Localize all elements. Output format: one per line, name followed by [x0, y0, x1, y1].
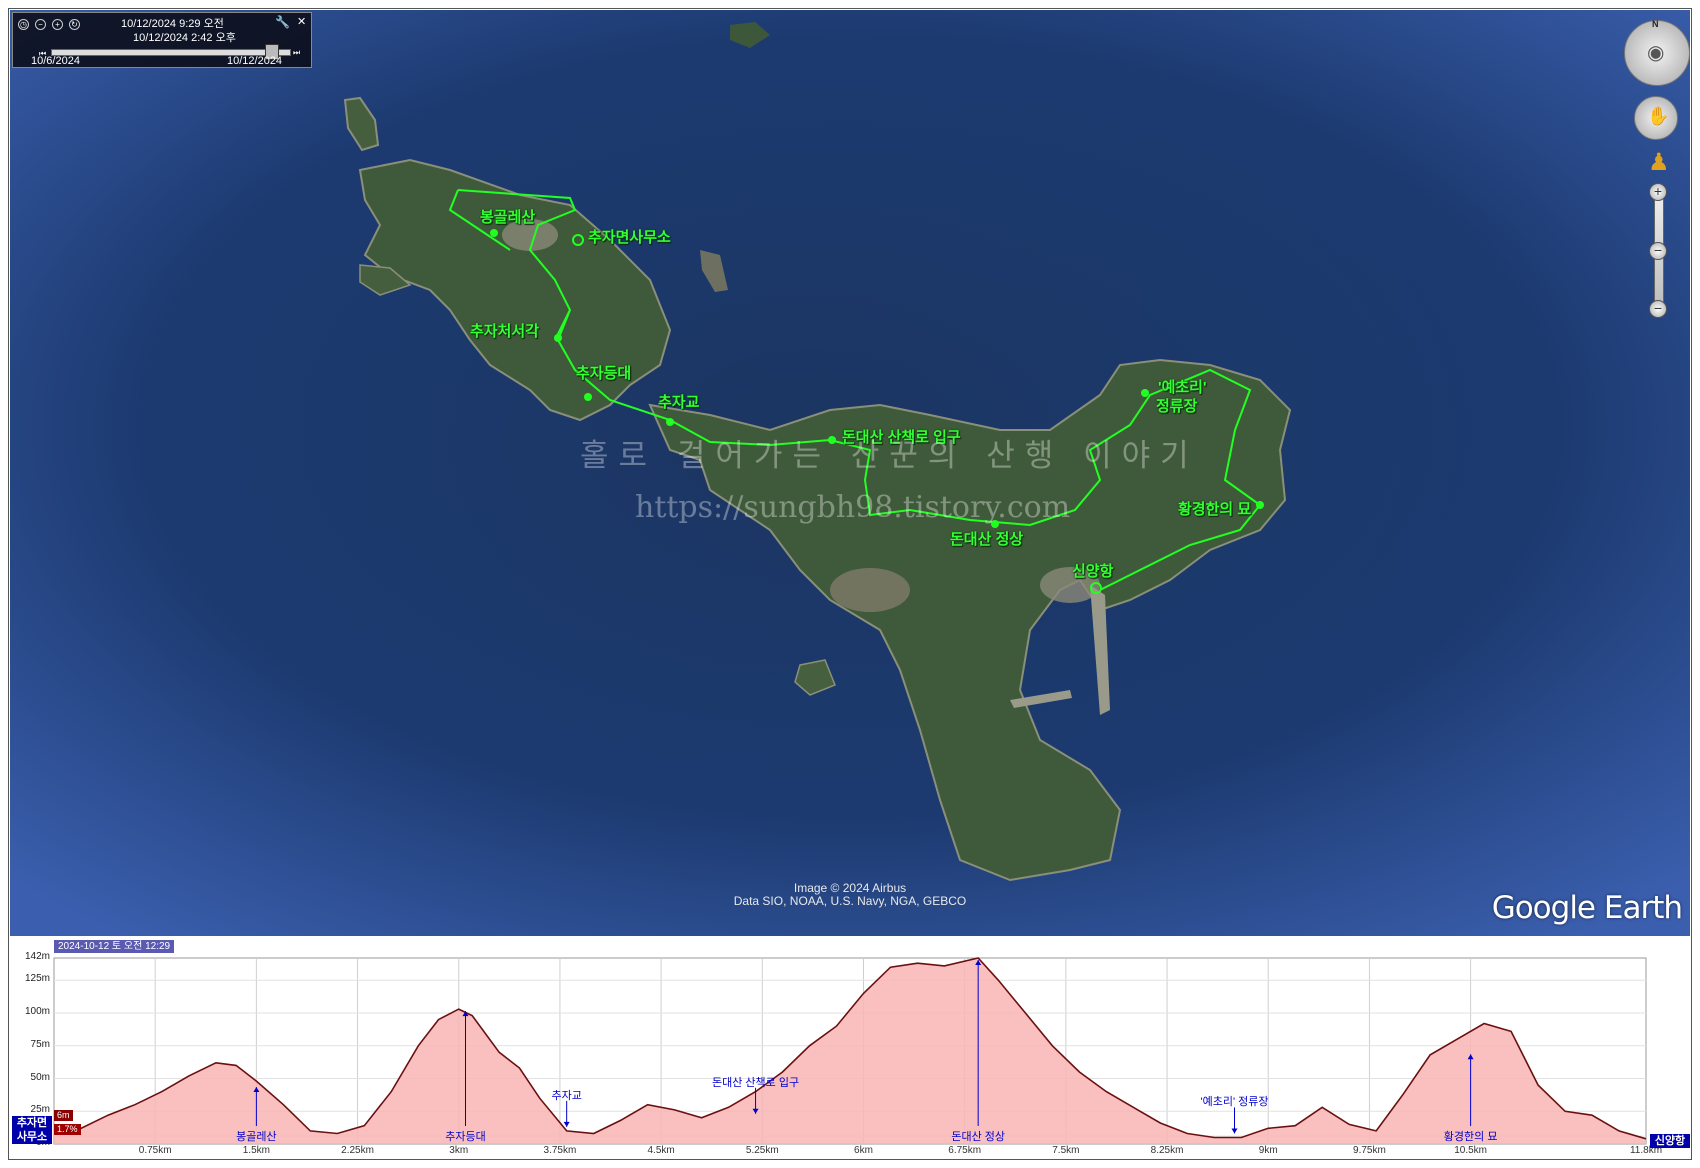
x-tick-label: 6.75km	[948, 1145, 982, 1156]
x-tick-label: 3km	[449, 1145, 469, 1156]
label-peak[interactable]: 돈대산 정상	[950, 528, 1023, 549]
y-tick-label: 50m	[30, 1071, 50, 1083]
min-elevation-tag: 6m	[54, 1110, 73, 1121]
grade-tag: 1.7%	[54, 1124, 81, 1135]
time-current-end: 10/12/2024 2:42 오후	[133, 32, 236, 44]
x-tick-label: 10.5km	[1454, 1145, 1487, 1156]
y-tick-label: 100m	[24, 1006, 50, 1017]
x-tick-label: 0.75km	[138, 1145, 172, 1156]
wrench-icon[interactable]: 🔧	[275, 15, 290, 29]
x-tick-label: 6km	[854, 1145, 873, 1156]
zoom-out-button[interactable]: −	[1649, 300, 1667, 318]
satellite-map[interactable]: 봉골레산 추자면사무소 추자처서각 추자등대 추자교 돈대산 산책로 입구 '예…	[10, 10, 1690, 936]
profile-title: 2024-10-12 토 오전 12:29	[54, 940, 175, 953]
look-navigation-ring[interactable]: N ◉	[1624, 19, 1690, 86]
x-tick-label: 7.5km	[1052, 1145, 1080, 1156]
start-label: 추자면 사무소	[12, 1116, 52, 1144]
eye-icon: ◉	[1647, 42, 1665, 64]
hand-icon: ✋	[1647, 106, 1670, 126]
x-tick-label: 5.25km	[745, 1145, 779, 1156]
google-earth-logo: Google Earth	[1491, 890, 1683, 926]
zoom-in-time-icon[interactable]: +	[52, 19, 63, 30]
label-lighthouse[interactable]: 추자등대	[576, 362, 631, 383]
zoom-in-button[interactable]: +	[1649, 183, 1667, 201]
label-yecho[interactable]: '예초리'	[1158, 376, 1207, 397]
imagery-credit: Image © 2024 Airbus Data SIO, NOAA, U.S.…	[700, 882, 1000, 908]
x-tick-label: 1.5km	[242, 1145, 270, 1156]
label-bonggol[interactable]: 봉골레산	[480, 206, 535, 227]
x-tick-label: 3.75km	[543, 1145, 577, 1156]
waypoint-label[interactable]: 돈대산 산책로 입구	[712, 1074, 799, 1090]
waypoint-label[interactable]: 봉골레산	[236, 1128, 276, 1144]
label-tomb[interactable]: 황경한의 묘	[1178, 498, 1251, 519]
skip-forward-icon[interactable]: ⏭	[293, 48, 300, 58]
clock-icon[interactable]: ◷	[18, 19, 29, 30]
waypoint-label[interactable]: 추자등대	[445, 1128, 485, 1144]
label-seogak[interactable]: 추자처서각	[470, 320, 539, 341]
waypoint-label[interactable]: '예초리' 정류장	[1201, 1093, 1269, 1109]
zoom-slider-handle[interactable]: −	[1649, 242, 1667, 260]
waypoint-label[interactable]: 추자교	[551, 1087, 581, 1103]
label-yecho-2[interactable]: 정류장	[1156, 395, 1197, 416]
time-range-start: 10/6/2024	[31, 55, 80, 67]
elevation-profile-panel[interactable]: 2024-10-12 토 오전 12:29 142m 125m 100m 75m 50m…	[10, 940, 1690, 1158]
end-label: 신양항	[1650, 1134, 1690, 1148]
time-slider-panel[interactable]: ◷ − + ↻ 10/12/2024 9:29 오전 10/12/2024 2:…	[12, 12, 312, 68]
waypoint-label[interactable]: 황경한의 묘	[1444, 1128, 1498, 1144]
y-tick-label: 142m	[24, 951, 50, 962]
x-tick-label: 9km	[1258, 1145, 1278, 1156]
start-label-line-2: 사무소	[16, 1131, 48, 1143]
x-tick-label: 9.75km	[1353, 1145, 1386, 1156]
label-bridge[interactable]: 추자교	[658, 391, 699, 412]
waypoint-label[interactable]: 돈대산 정상	[951, 1128, 1005, 1144]
compass-north[interactable]: N	[1652, 19, 1659, 29]
street-view-pegman-icon[interactable]: ♟	[1648, 148, 1670, 177]
y-tick-label: 125m	[24, 973, 50, 985]
label-office[interactable]: 추자면사무소	[588, 226, 671, 247]
move-navigation-ring[interactable]: ✋	[1634, 96, 1678, 140]
credit-line-2: Data SIO, NOAA, U.S. Navy, NGA, GEBCO	[733, 894, 967, 908]
refresh-icon[interactable]: ↻	[69, 19, 80, 30]
watermark-url: https://sungbh98.tistory.com	[635, 490, 1071, 525]
x-tick-label: 8.25km	[1150, 1145, 1184, 1156]
close-icon[interactable]: ✕	[297, 15, 306, 28]
time-range-end: 10/12/2024	[227, 55, 283, 67]
zoom-out-time-icon[interactable]: −	[35, 19, 46, 30]
x-tick-label: 2.25km	[341, 1145, 374, 1156]
start-label-line-1: 추자면	[16, 1117, 48, 1129]
y-tick-label: 75m	[30, 1038, 50, 1050]
elevation-chart[interactable]	[10, 940, 1690, 1158]
label-port[interactable]: 신양항	[1072, 560, 1113, 581]
watermark-title: 홀로 걸어가는 산꾼의 산행 이야기	[580, 438, 1199, 474]
x-tick-label: 4.5km	[647, 1145, 675, 1156]
y-tick-label: 25m	[30, 1104, 50, 1116]
